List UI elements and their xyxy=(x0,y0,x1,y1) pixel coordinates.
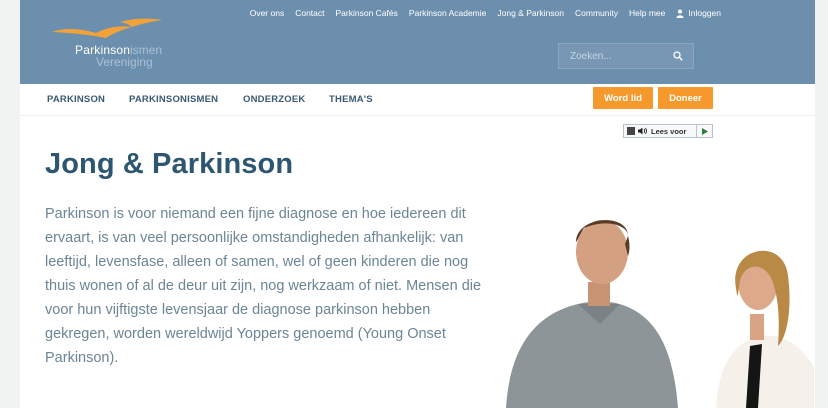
top-navigation: Over ons Contact Parkinson Cafés Parkins… xyxy=(239,8,721,18)
page-margin-right xyxy=(815,0,828,408)
page-title: Jong & Parkinson xyxy=(45,148,294,180)
nav-item-themas[interactable]: THEMA'S xyxy=(329,94,373,105)
login-label: Inloggen xyxy=(688,8,721,18)
login-link[interactable]: Inloggen xyxy=(676,8,721,18)
doneer-button[interactable]: Doneer xyxy=(658,87,713,109)
top-link-over-ons[interactable]: Over ons xyxy=(250,8,285,18)
readspeaker-widget[interactable]: Lees voor xyxy=(623,124,713,138)
readspeaker-menu-icon[interactable] xyxy=(627,127,635,135)
intro-paragraph: Parkinson is voor niemand een fijne diag… xyxy=(45,206,482,366)
top-link-contact[interactable]: Contact xyxy=(295,8,324,18)
logo-text-vereniging: Vereniging xyxy=(96,55,153,69)
page-margin-left xyxy=(0,0,20,408)
top-link-parkinson-cafes[interactable]: Parkinson Cafés xyxy=(336,8,398,18)
site-header: Parkinson ismen Vereniging Over ons Cont… xyxy=(20,0,815,84)
top-link-help-mee[interactable]: Help mee xyxy=(629,8,665,18)
nav-item-parkinsonismen[interactable]: PARKINSONISMEN xyxy=(129,94,218,105)
nav-item-onderzoek[interactable]: ONDERZOEK xyxy=(243,94,306,105)
nav-item-parkinson[interactable]: PARKINSON xyxy=(47,94,105,105)
search-input[interactable] xyxy=(559,50,667,62)
play-icon xyxy=(701,127,708,135)
readspeaker-play-button[interactable] xyxy=(696,125,712,137)
search-box xyxy=(558,43,694,69)
bird-logo-icon xyxy=(52,18,162,38)
people-photo-illustration xyxy=(488,196,814,408)
top-link-jong-parkinson[interactable]: Jong & Parkinson xyxy=(497,8,564,18)
site-logo[interactable]: Parkinson ismen Vereniging xyxy=(46,16,176,72)
word-lid-button[interactable]: Word lid xyxy=(593,87,653,109)
hero-photo xyxy=(488,196,814,408)
top-link-parkinson-academie[interactable]: Parkinson Academie xyxy=(409,8,487,18)
readspeaker-label: Lees voor xyxy=(651,126,687,136)
user-icon xyxy=(676,9,684,18)
search-button[interactable] xyxy=(667,51,689,61)
speaker-icon xyxy=(638,127,647,135)
search-icon xyxy=(673,51,683,61)
top-link-community[interactable]: Community xyxy=(575,8,618,18)
